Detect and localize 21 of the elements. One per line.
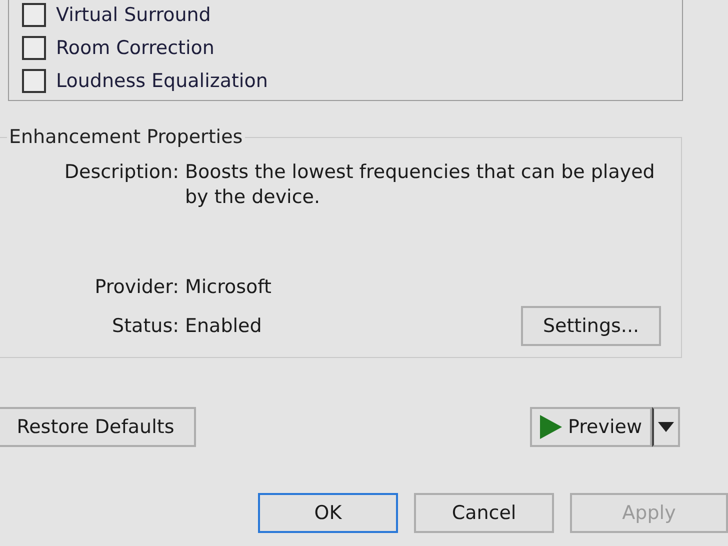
field-label: Provider: <box>94 275 179 300</box>
field-label: Status: <box>111 314 179 338</box>
preview-button[interactable]: Preview <box>530 407 652 447</box>
play-icon <box>540 415 562 439</box>
settings-button[interactable]: Settings... <box>521 306 661 346</box>
caret-icon <box>658 422 674 432</box>
checkbox-label[interactable]: Virtual Surround <box>56 4 211 26</box>
checkbox[interactable] <box>22 36 46 60</box>
checkbox[interactable] <box>22 68 46 92</box>
group-title: Enhancement Properties <box>8 126 244 148</box>
restore-defaults-button[interactable]: Restore Defaults <box>0 407 196 447</box>
checkbox[interactable] <box>22 2 46 26</box>
field-value: Enabled <box>185 314 263 338</box>
checkbox-label[interactable]: Loudness Equalization <box>56 70 268 92</box>
field-value: Microsoft <box>185 275 272 300</box>
dialog-button[interactable]: Cancel <box>414 493 554 533</box>
field-label: Description: <box>63 160 179 185</box>
dropdown-button[interactable] <box>652 407 680 447</box>
dialog-button[interactable]: OK <box>258 493 398 533</box>
checkbox-label[interactable]: Room Correction <box>56 36 214 58</box>
field-value: Boosts the lowest frequencies that can be played by the device. <box>185 160 655 210</box>
